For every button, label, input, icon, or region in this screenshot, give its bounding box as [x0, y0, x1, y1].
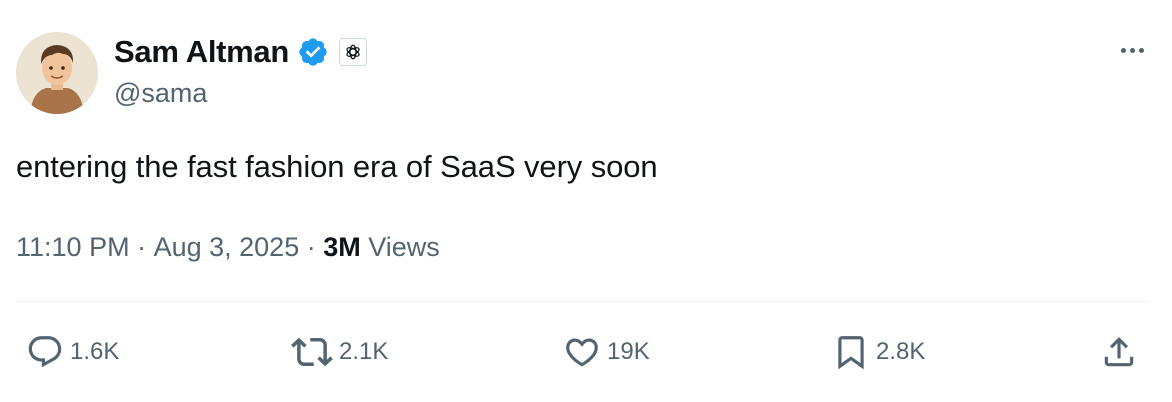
author-name-row: Sam Altman [114, 30, 368, 74]
views-count[interactable]: 3M [323, 228, 361, 266]
views-label: Views [360, 232, 440, 262]
repost-button[interactable]: 2.1K [291, 334, 388, 370]
more-dot [1120, 47, 1126, 53]
bookmark-button[interactable]: 2.8K [832, 334, 925, 370]
heart-icon [566, 338, 598, 367]
author-display-name[interactable]: Sam Altman [114, 30, 289, 74]
more-options-button[interactable] [1112, 38, 1152, 62]
repost-count: 2.1K [339, 338, 389, 365]
share-icon [1104, 337, 1134, 367]
openai-logo-icon[interactable] [339, 38, 368, 66]
meta-separator: · [299, 232, 324, 262]
reply-count: 1.6K [70, 338, 120, 365]
tweet-meta: 11:10 PM · Aug 3, 2025 · 3M Views [16, 228, 440, 266]
meta-separator: · [129, 232, 154, 262]
author-handle[interactable]: @sama [114, 76, 207, 110]
reply-icon [28, 336, 62, 368]
tweet-date[interactable]: Aug 3, 2025 [154, 228, 300, 266]
bookmark-icon [838, 336, 864, 370]
tweet-time[interactable]: 11:10 PM [16, 228, 130, 266]
more-dot [1138, 47, 1144, 53]
like-count: 19K [607, 338, 650, 365]
bookmark-count: 2.8K [876, 338, 926, 365]
author-avatar[interactable] [16, 32, 98, 114]
divider [16, 301, 1150, 302]
reply-button[interactable]: 1.6K [26, 334, 119, 370]
repost-icon [291, 337, 333, 367]
verified-badge-icon[interactable] [297, 36, 329, 68]
like-button[interactable]: 19K [563, 334, 650, 370]
share-button[interactable] [1100, 334, 1138, 370]
more-dot [1129, 47, 1135, 53]
tweet-text: entering the fast fashion era of SaaS ve… [16, 149, 658, 184]
avatar-illustration [16, 32, 98, 114]
